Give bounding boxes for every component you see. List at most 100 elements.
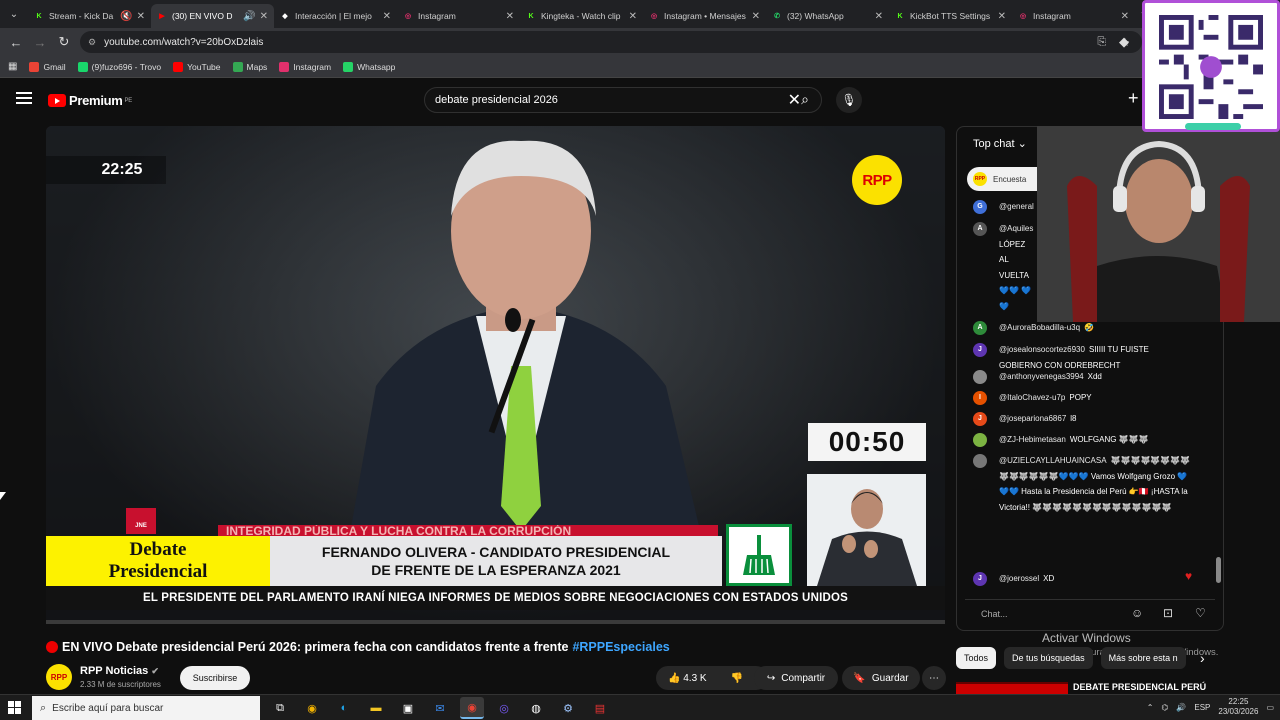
reload-button[interactable]: ↻ [52, 34, 76, 50]
language-indicator[interactable]: ESP [1194, 703, 1210, 712]
chat-author-avatar[interactable]: A [973, 222, 987, 236]
browser-tab[interactable]: K Stream - Kick Da 🔇 ✕ [28, 4, 151, 28]
browser-tab[interactable]: ◆ Interacción | El mejo ✕ [274, 4, 397, 28]
browser-tab[interactable]: ▶ (30) EN VIVO D 🔊 ✕ [151, 4, 274, 28]
tab-close-icon[interactable]: ✕ [629, 11, 637, 22]
heart-icon[interactable]: ♡ [1195, 606, 1206, 620]
chat-author[interactable]: @joerossel [999, 574, 1039, 583]
video-progress-bar[interactable] [46, 620, 945, 624]
tab-search-button[interactable]: ⌄ [0, 0, 28, 28]
chat-author-avatar[interactable]: G [973, 200, 987, 214]
tab-close-icon[interactable]: ✕ [383, 11, 391, 22]
chat-author-avatar[interactable]: J [973, 343, 987, 357]
channel-name[interactable]: RPP Noticias ✔ [80, 665, 159, 677]
chat-author[interactable]: @Aquiles [999, 224, 1033, 233]
save-button[interactable]: 🔖 Guardar [842, 666, 920, 690]
create-icon[interactable]: + [1128, 88, 1139, 109]
chat-author-avatar[interactable] [973, 433, 987, 447]
chat-author[interactable]: @josepariona6867 [999, 414, 1066, 423]
chat-author-avatar[interactable]: I [973, 391, 987, 405]
related-video-item[interactable]: DEBATE PRESIDENCIAL PERÚ [956, 682, 1280, 694]
chat-author[interactable]: @general [999, 202, 1034, 211]
browser-tab[interactable]: K Kingteka - Watch clip ✕ [520, 4, 643, 28]
obs-icon[interactable]: ◍ [524, 697, 548, 719]
tab-audio-icon[interactable]: 🔊 [243, 11, 255, 22]
heart-reaction-icon[interactable]: ♥ [1185, 569, 1192, 583]
menu-icon[interactable] [16, 92, 32, 107]
chat-author[interactable]: @AuroraBobadilla-u3q [999, 323, 1080, 332]
install-app-icon[interactable]: ⎘ [1097, 36, 1106, 49]
chat-author[interactable]: @josealonsocortez6930 [999, 345, 1085, 354]
chat-author-avatar[interactable] [973, 454, 987, 468]
bookmark-item[interactable]: (9)fuzo696 - Trovo [77, 61, 161, 72]
search-input[interactable]: debate presidencial 2026 ✕ ⌕ [424, 87, 822, 113]
store-icon[interactable]: ▣ [396, 697, 420, 719]
super-chat-icon[interactable]: ⊡ [1163, 606, 1173, 620]
taskbar-search-input[interactable]: ⌕ Escribe aquí para buscar [32, 696, 260, 720]
subscribe-button[interactable]: Suscribirse [180, 666, 250, 690]
channel-avatar[interactable]: RPP [46, 664, 72, 690]
like-button[interactable]: 👍 4.3 K [668, 673, 707, 684]
discord-icon[interactable]: ◎ [492, 697, 516, 719]
chat-author[interactable]: @UZIELCAYLLAHUAINCASA [999, 456, 1107, 465]
browser-tab[interactable]: ◎ Instagram ✕ [397, 4, 520, 28]
tab-close-icon[interactable]: ✕ [137, 11, 145, 22]
file-explorer-icon[interactable]: ▬ [364, 697, 388, 719]
notifications-icon[interactable]: ▭ [1266, 703, 1274, 712]
bookmark-item[interactable]: Whatsapp [343, 61, 395, 72]
more-actions-button[interactable]: ⋯ [922, 666, 946, 690]
chip-more-about[interactable]: Más sobre esta n [1100, 647, 1186, 669]
app-icon[interactable]: ▤ [588, 697, 612, 719]
tab-close-icon[interactable]: ✕ [875, 11, 883, 22]
bookmark-item[interactable]: YouTube [173, 61, 221, 72]
edge-icon[interactable]: ◐ [332, 697, 356, 719]
tab-muted-icon[interactable]: 🔇 [120, 11, 132, 22]
share-button[interactable]: ↪ Compartir [754, 666, 838, 690]
chat-author[interactable]: @ItaloChavez-u7p [999, 393, 1065, 402]
chip-all[interactable]: Todos [956, 647, 997, 669]
back-button[interactable]: ← [4, 35, 28, 50]
outlook-icon[interactable]: ✉ [428, 697, 452, 719]
browser-tab[interactable]: ◎ Instagram • Mensajes ✕ [643, 4, 766, 28]
forward-button[interactable]: → [28, 35, 52, 50]
voice-search-icon[interactable]: 🎙 [836, 87, 862, 113]
chat-input[interactable]: Chat... ☺ ⊡ ♡ [965, 599, 1215, 625]
browser-tab[interactable]: K KickBot TTS Settings ✕ [889, 4, 1012, 28]
bookmark-item[interactable]: Gmail [29, 61, 66, 72]
taskbar-clock[interactable]: 22:25 23/03/2026 [1218, 697, 1258, 717]
volume-icon[interactable]: 🔊 [1176, 703, 1186, 712]
tab-close-icon[interactable]: ✕ [752, 11, 760, 22]
clear-search-icon[interactable]: ✕ [788, 90, 801, 110]
extensions-icon[interactable]: ◆ [1112, 34, 1136, 50]
omnibox[interactable]: ⚙ youtube.com/watch?v=20bOxDzlais ⎘ ☆ [80, 31, 1142, 53]
bookmark-item[interactable]: Instagram [279, 61, 331, 72]
tab-close-icon[interactable]: ✕ [1121, 11, 1129, 22]
chat-author-avatar[interactable]: J [973, 412, 987, 426]
network-icon[interactable]: ⌬ [1161, 703, 1168, 712]
apps-grid-icon[interactable]: ▦ [8, 61, 17, 72]
tab-close-icon[interactable]: ✕ [260, 11, 268, 22]
chat-mode-dropdown[interactable]: Top chat ⌄ [973, 137, 1027, 150]
chat-author[interactable]: @ZJ-Hebimetasan [999, 435, 1066, 444]
video-player[interactable]: 22:25 RPP 00:50 JNE INTEGRIDAD PÚBLICA Y… [46, 126, 945, 624]
chip-from-searches[interactable]: De tus búsquedas [1004, 647, 1093, 669]
search-icon[interactable]: ⌕ [801, 91, 809, 108]
chat-author[interactable]: @anthonyvenegas3994 [999, 372, 1084, 381]
windows-start-icon[interactable] [8, 701, 22, 715]
chat-author-avatar[interactable] [973, 370, 987, 384]
browser-tab[interactable]: ✆ (32) WhatsApp ✕ [766, 4, 889, 28]
chat-author-avatar[interactable]: J [973, 572, 987, 586]
chat-scrollbar[interactable] [1216, 557, 1221, 583]
emoji-icon[interactable]: ☺ [1131, 606, 1143, 620]
browser-tab[interactable]: ◎ Instagram ✕ [1012, 4, 1135, 28]
tab-close-icon[interactable]: ✕ [998, 11, 1006, 22]
tab-close-icon[interactable]: ✕ [506, 11, 514, 22]
copilot-icon[interactable]: ◉ [300, 697, 324, 719]
task-view-icon[interactable]: ⧉ [268, 697, 292, 719]
hashtag-link[interactable]: #RPPEspeciales [572, 640, 669, 654]
bookmark-item[interactable]: Maps [232, 61, 267, 72]
chevron-right-icon[interactable]: › [1200, 650, 1205, 666]
site-info-icon[interactable]: ⚙ [88, 37, 96, 48]
dislike-button[interactable]: 👎 [731, 673, 743, 684]
steam-icon[interactable]: ⚙ [556, 697, 580, 719]
